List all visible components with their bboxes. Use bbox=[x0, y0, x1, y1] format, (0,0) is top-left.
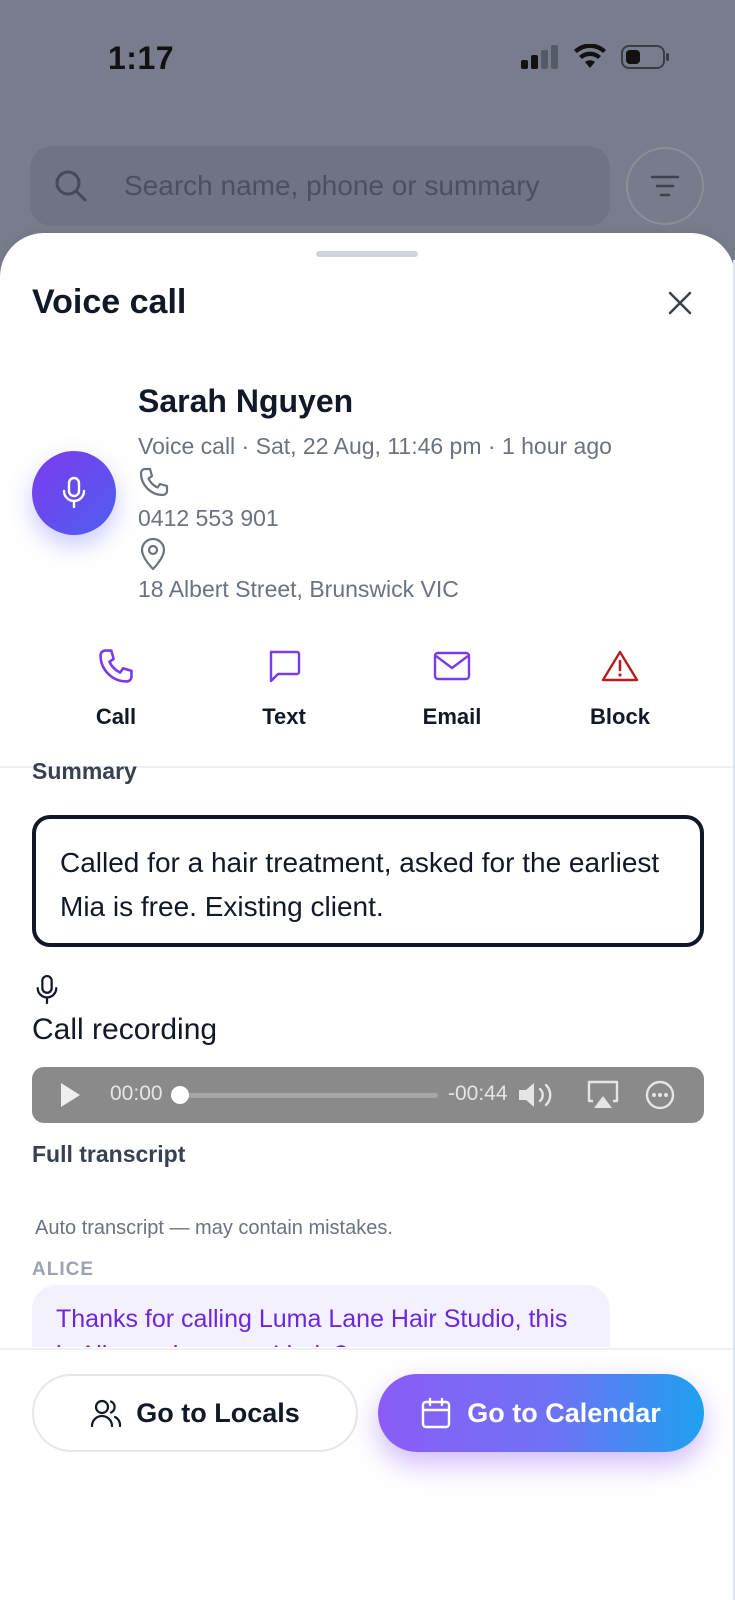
users-icon bbox=[91, 1399, 122, 1428]
play-icon[interactable] bbox=[58, 1081, 82, 1109]
transcript-text: Thanks for calling Luma Lane Hair Studio… bbox=[32, 1285, 610, 1347]
call-recording-label: Call recording bbox=[32, 1013, 218, 1046]
contact-address[interactable]: 18 Albert Street, Brunswick VIC bbox=[138, 576, 459, 603]
text-action-label: Text bbox=[262, 704, 306, 729]
contact-phone[interactable]: 0412 553 901 bbox=[138, 505, 279, 532]
status-bar: 1:17 bbox=[0, 0, 735, 110]
airplay-icon[interactable] bbox=[586, 1079, 620, 1111]
location-pin-icon bbox=[140, 537, 166, 571]
cellular-signal-icon bbox=[521, 45, 558, 69]
text-action-button[interactable]: Text bbox=[200, 638, 368, 748]
progress-knob[interactable] bbox=[171, 1086, 189, 1104]
block-action-label: Block bbox=[590, 704, 650, 729]
message-icon bbox=[269, 650, 301, 683]
block-action-button[interactable]: Block bbox=[536, 638, 704, 748]
go-to-calendar-label: Go to Calendar bbox=[467, 1397, 661, 1428]
call-action-label: Call bbox=[95, 704, 137, 729]
transcript-bubble: Thanks for calling Luma Lane Hair Studio… bbox=[32, 1285, 610, 1347]
go-to-locals-button[interactable]: Go to Locals bbox=[32, 1374, 358, 1452]
transcript-label: Full transcript bbox=[32, 1141, 186, 1167]
go-to-locals-label: Go to Locals bbox=[136, 1397, 300, 1428]
search-icon bbox=[55, 170, 87, 202]
call-action-button[interactable]: Call bbox=[32, 638, 200, 748]
call-type-avatar bbox=[32, 451, 116, 535]
close-icon bbox=[668, 291, 692, 315]
microphone-icon bbox=[62, 476, 86, 509]
quick-actions: Call Text Email Block bbox=[32, 638, 704, 748]
filter-icon bbox=[650, 175, 680, 197]
more-options-icon[interactable] bbox=[644, 1079, 676, 1111]
call-meta: Voice call · Sat, 22 Aug, 11:46 pm · 1 h… bbox=[138, 433, 612, 459]
summary-text[interactable]: Called for a hair treatment, asked for t… bbox=[32, 815, 704, 947]
alert-triangle-icon bbox=[601, 650, 639, 682]
contact-name: Sarah Nguyen bbox=[138, 383, 354, 419]
search-input[interactable]: Search name, phone or summary bbox=[30, 146, 610, 226]
summary-label: Summary bbox=[32, 758, 137, 784]
search-placeholder: Search name, phone or summary bbox=[124, 170, 540, 201]
go-to-calendar-button[interactable]: Go to Calendar bbox=[378, 1374, 704, 1452]
wifi-icon bbox=[574, 44, 606, 68]
status-time: 1:17 bbox=[108, 40, 175, 76]
audio-player: 00:00 -00:44 bbox=[32, 1067, 704, 1123]
microphone-icon bbox=[36, 974, 58, 1005]
filter-button[interactable] bbox=[626, 147, 704, 225]
phone-icon bbox=[99, 649, 133, 683]
elapsed-time: 00:00 bbox=[110, 1082, 163, 1105]
status-icons bbox=[521, 44, 671, 70]
mail-icon bbox=[433, 651, 471, 681]
battery-icon bbox=[621, 45, 669, 69]
transcript-speaker: ALICE bbox=[32, 1259, 94, 1280]
sheet-grabber[interactable] bbox=[316, 251, 418, 257]
close-button[interactable] bbox=[660, 283, 700, 323]
phone-icon bbox=[139, 467, 169, 497]
transcript-hint: Auto transcript — may contain mistakes. bbox=[35, 1217, 393, 1239]
calendar-icon bbox=[422, 1397, 451, 1429]
email-action-label: Email bbox=[422, 704, 482, 729]
sheet-title: Voice call bbox=[32, 283, 187, 321]
volume-icon[interactable] bbox=[516, 1079, 560, 1111]
progress-track[interactable] bbox=[182, 1093, 438, 1098]
remaining-time: -00:44 bbox=[448, 1082, 508, 1105]
background-app: 1:17 Search name, phone or summary bbox=[0, 0, 735, 260]
email-action-button[interactable]: Email bbox=[368, 638, 536, 748]
